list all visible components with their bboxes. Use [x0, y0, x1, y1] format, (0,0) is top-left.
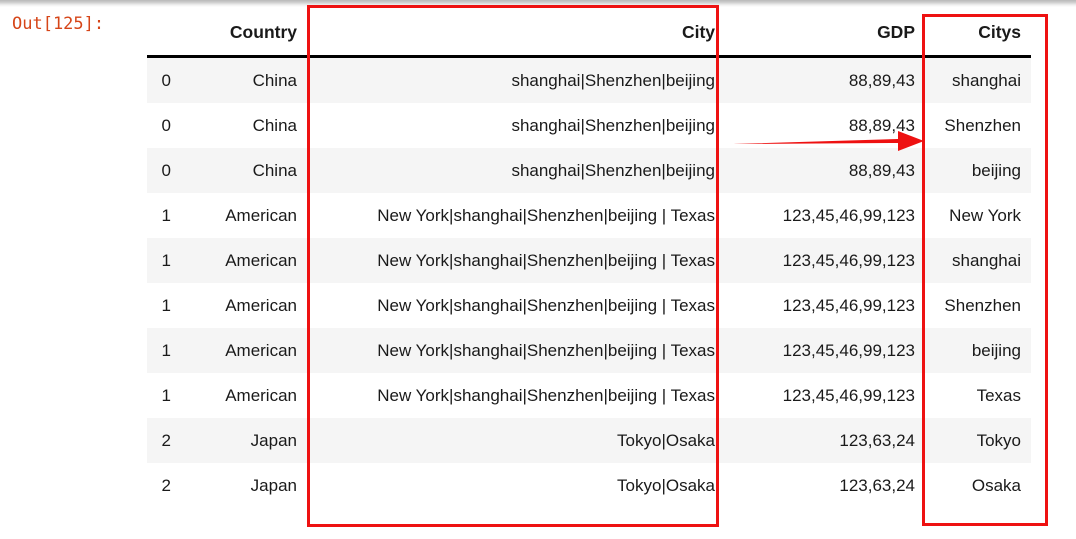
cell-index: 0 [147, 148, 181, 193]
cell-gdp: 123,63,24 [725, 418, 925, 463]
dataframe-output: Country City GDP Citys 0 China shanghai|Sh… [147, 22, 1031, 508]
cell-city: New York|shanghai|Shenzhen|beijing | Tex… [307, 238, 725, 283]
cell-country: American [181, 373, 307, 418]
window-top-edge [0, 0, 1076, 7]
cell-index: 1 [147, 328, 181, 373]
cell-city: shanghai|Shenzhen|beijing [307, 103, 725, 148]
cell-index: 0 [147, 56, 181, 103]
cell-gdp: 123,45,46,99,123 [725, 373, 925, 418]
cell-city: New York|shanghai|Shenzhen|beijing | Tex… [307, 283, 725, 328]
cell-city: Tokyo|Osaka [307, 463, 725, 508]
cell-citys: shanghai [925, 56, 1031, 103]
cell-country: Japan [181, 463, 307, 508]
cell-country: Japan [181, 418, 307, 463]
cell-gdp: 123,45,46,99,123 [725, 238, 925, 283]
table-row: 1 American New York|shanghai|Shenzhen|beij… [147, 238, 1031, 283]
cell-citys: beijing [925, 148, 1031, 193]
cell-index: 2 [147, 418, 181, 463]
column-header-index [147, 22, 181, 58]
cell-city: Tokyo|Osaka [307, 418, 725, 463]
cell-country: American [181, 328, 307, 373]
cell-country: China [181, 103, 307, 148]
table-body: 0 China shanghai|Shenzhen|beijing 88,89,43 s… [147, 56, 1031, 508]
cell-country: China [181, 56, 307, 103]
cell-city: shanghai|Shenzhen|beijing [307, 148, 725, 193]
cell-index: 0 [147, 103, 181, 148]
cell-citys: beijing [925, 328, 1031, 373]
table-row: 0 China shanghai|Shenzhen|beijing 88,89,43 b… [147, 148, 1031, 193]
cell-citys: Osaka [925, 463, 1031, 508]
cell-citys: Shenzhen [925, 103, 1031, 148]
cell-citys: New York [925, 193, 1031, 238]
cell-citys: Shenzhen [925, 283, 1031, 328]
cell-gdp: 88,89,43 [725, 103, 925, 148]
table-header-row: Country City GDP Citys [147, 22, 1031, 58]
cell-gdp: 88,89,43 [725, 148, 925, 193]
table-row: 1 American New York|shanghai|Shenzhen|beij… [147, 328, 1031, 373]
table-header: Country City GDP Citys [147, 22, 1031, 58]
cell-gdp: 88,89,43 [725, 56, 925, 103]
table-row: 1 American New York|shanghai|Shenzhen|beij… [147, 283, 1031, 328]
cell-index: 1 [147, 238, 181, 283]
cell-country: American [181, 283, 307, 328]
cell-gdp: 123,45,46,99,123 [725, 193, 925, 238]
cell-city: shanghai|Shenzhen|beijing [307, 56, 725, 103]
cell-citys: Tokyo [925, 418, 1031, 463]
output-prompt-label: Out[125]: [12, 14, 105, 34]
cell-country: American [181, 193, 307, 238]
cell-city: New York|shanghai|Shenzhen|beijing | Tex… [307, 193, 725, 238]
cell-gdp: 123,45,46,99,123 [725, 283, 925, 328]
cell-citys: shanghai [925, 238, 1031, 283]
cell-index: 1 [147, 193, 181, 238]
cell-index: 1 [147, 283, 181, 328]
column-header-gdp: GDP [725, 22, 925, 58]
column-header-country: Country [181, 22, 307, 58]
cell-country: China [181, 148, 307, 193]
table-row: 2 Japan Tokyo|Osaka 123,63,24 Tokyo [147, 418, 1031, 463]
table-row: 1 American New York|shanghai|Shenzhen|beij… [147, 373, 1031, 418]
column-header-citys: Citys [925, 22, 1031, 58]
dataframe-table: Country City GDP Citys 0 China shanghai|Sh… [147, 22, 1031, 508]
table-row: 0 China shanghai|Shenzhen|beijing 88,89,43 S… [147, 103, 1031, 148]
cell-index: 1 [147, 373, 181, 418]
cell-country: American [181, 238, 307, 283]
column-header-city: City [307, 22, 725, 58]
cell-city: New York|shanghai|Shenzhen|beijing | Tex… [307, 328, 725, 373]
cell-gdp: 123,45,46,99,123 [725, 328, 925, 373]
cell-gdp: 123,63,24 [725, 463, 925, 508]
cell-citys: Texas [925, 373, 1031, 418]
cell-city: New York|shanghai|Shenzhen|beijing | Tex… [307, 373, 725, 418]
table-row: 2 Japan Tokyo|Osaka 123,63,24 Osaka [147, 463, 1031, 508]
table-row: 1 American New York|shanghai|Shenzhen|beij… [147, 193, 1031, 238]
table-row: 0 China shanghai|Shenzhen|beijing 88,89,43 s… [147, 56, 1031, 103]
cell-index: 2 [147, 463, 181, 508]
